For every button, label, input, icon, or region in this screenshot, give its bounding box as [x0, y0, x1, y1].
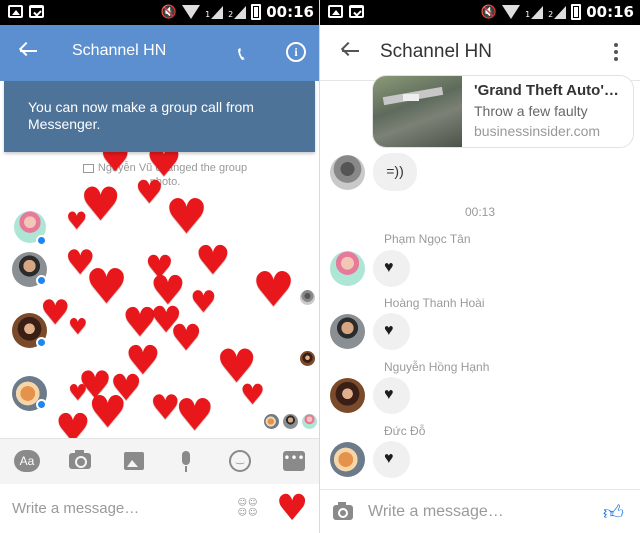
chat-area[interactable]: 'Grand Theft Auto'… Throw a few faulty b…: [320, 75, 640, 488]
signal-1-icon: 1: [205, 5, 224, 19]
heart-send-icon[interactable]: ♥: [276, 489, 308, 529]
link-preview-card[interactable]: 'Grand Theft Auto'… Throw a few faulty b…: [372, 75, 634, 148]
seen-avatar: [283, 414, 298, 429]
image-notification-icon: [8, 5, 23, 18]
overflow-menu-icon[interactable]: [614, 43, 620, 63]
avatar[interactable]: [330, 442, 365, 477]
link-title: 'Grand Theft Auto'…: [474, 82, 619, 99]
avatar[interactable]: [330, 378, 365, 413]
camera-icon[interactable]: [333, 502, 353, 520]
heart-icon: ♥: [384, 322, 394, 339]
group-call-banner[interactable]: You can now make a group call from Messe…: [4, 81, 315, 152]
more-options-icon[interactable]: •••: [283, 451, 305, 471]
heart-icon: ♥: [40, 293, 71, 333]
heart-icon: ♥: [240, 378, 266, 411]
message-input[interactable]: [368, 503, 588, 521]
seen-avatar: [300, 351, 315, 366]
image-notification-icon: [328, 5, 343, 18]
heart-icon: ♥: [175, 390, 215, 441]
message-input[interactable]: [12, 500, 212, 517]
heart-icon: ♥: [252, 262, 296, 318]
wifi-icon: [182, 5, 201, 19]
phone-icon[interactable]: 📞︎: [238, 43, 245, 65]
conversation-header: Schannel HN 📞︎ i: [0, 25, 320, 81]
heart-message-bubble[interactable]: ♥: [373, 377, 410, 414]
thumbs-up-icon[interactable]: 👍︎: [603, 501, 624, 523]
avatar[interactable]: [330, 314, 365, 349]
download-notification-icon: [349, 5, 364, 18]
time-separator: 00:13: [464, 205, 496, 219]
text-format-button[interactable]: Aa: [14, 450, 40, 472]
heart-icon: ♥: [135, 173, 164, 211]
heart-message-bubble[interactable]: ♥: [373, 250, 410, 287]
signal-1-icon: 1: [525, 5, 544, 19]
heart-icon: ♥: [88, 387, 128, 438]
avatar[interactable]: [330, 155, 365, 190]
sender-name: Nguyễn Hồng Hạnh: [384, 360, 490, 374]
message-bubble[interactable]: =)): [373, 153, 417, 191]
gallery-icon[interactable]: [124, 452, 144, 470]
microphone-icon[interactable]: [182, 451, 190, 472]
status-bar: 🔇 1 2 00:16: [0, 0, 320, 25]
heart-icon: ♥: [66, 207, 88, 235]
composer-toolbar: Aa ‿ •••: [0, 438, 320, 484]
mute-icon: 🔇: [480, 4, 498, 20]
camera-icon[interactable]: [69, 450, 91, 469]
heart-icon: ♥: [384, 450, 394, 467]
heart-icon: ♥: [170, 318, 203, 359]
back-arrow-icon[interactable]: [340, 41, 360, 61]
download-notification-icon: [29, 5, 44, 18]
sender-name: Phạm Ngọc Tân: [384, 232, 471, 246]
mute-icon: 🔇: [160, 4, 178, 20]
link-domain: businessinsider.com: [474, 123, 601, 139]
info-icon[interactable]: i: [286, 42, 306, 62]
status-time: 00:16: [266, 3, 314, 21]
composer: ☺☺ ☺☺ ♥: [0, 484, 320, 533]
signal-2-icon: 2: [228, 5, 247, 19]
heart-message-bubble[interactable]: ♥: [373, 441, 410, 478]
left-screen: 🔇 1 2 00:16 Schannel HN 📞︎ i Nguyễn Vũ c…: [0, 0, 320, 533]
signal-2-icon: 2: [548, 5, 567, 19]
avatar[interactable]: [330, 251, 365, 286]
seen-avatar: [302, 414, 317, 429]
messenger-badge-icon: [36, 275, 47, 286]
heart-icon: ♥: [384, 259, 394, 276]
heart-icon: ♥: [165, 189, 209, 245]
heart-icon: ♥: [68, 381, 88, 406]
composer: 👍︎: [320, 489, 640, 533]
photo-change-icon: [82, 163, 94, 173]
heart-icon: ♥: [68, 315, 88, 340]
heart-icon: ♥: [384, 386, 394, 403]
seen-avatar: [300, 290, 315, 305]
conversation-title[interactable]: Schannel HN: [72, 42, 166, 60]
emoji-icon[interactable]: ‿: [229, 450, 251, 472]
link-thumbnail: [373, 76, 462, 147]
sender-name: Hoàng Thanh Hoài: [384, 296, 485, 310]
sticker-icon[interactable]: ☺☺ ☺☺: [237, 498, 259, 520]
link-subtitle: Throw a few faulty: [474, 103, 588, 119]
back-arrow-icon[interactable]: [18, 41, 38, 61]
status-time: 00:16: [586, 3, 634, 21]
status-bar: 🔇 1 2 00:16: [320, 0, 640, 25]
heart-icon: ♥: [195, 238, 231, 284]
seen-avatar: [264, 414, 279, 429]
heart-message-bubble[interactable]: ♥: [373, 313, 410, 350]
messenger-badge-icon: [36, 399, 47, 410]
messenger-badge-icon: [36, 337, 47, 348]
wifi-icon: [502, 5, 521, 19]
conversation-header: Schannel HN: [320, 25, 640, 81]
right-screen: 🔇 1 2 00:16 Schannel HN 'Grand Theft Aut…: [320, 0, 640, 533]
conversation-title[interactable]: Schannel HN: [380, 41, 492, 63]
battery-icon: [251, 4, 262, 20]
battery-icon: [571, 4, 582, 20]
heart-icon: ♥: [190, 285, 217, 320]
messenger-badge-icon: [36, 235, 47, 246]
sender-name: Đức Đỗ: [384, 424, 426, 438]
